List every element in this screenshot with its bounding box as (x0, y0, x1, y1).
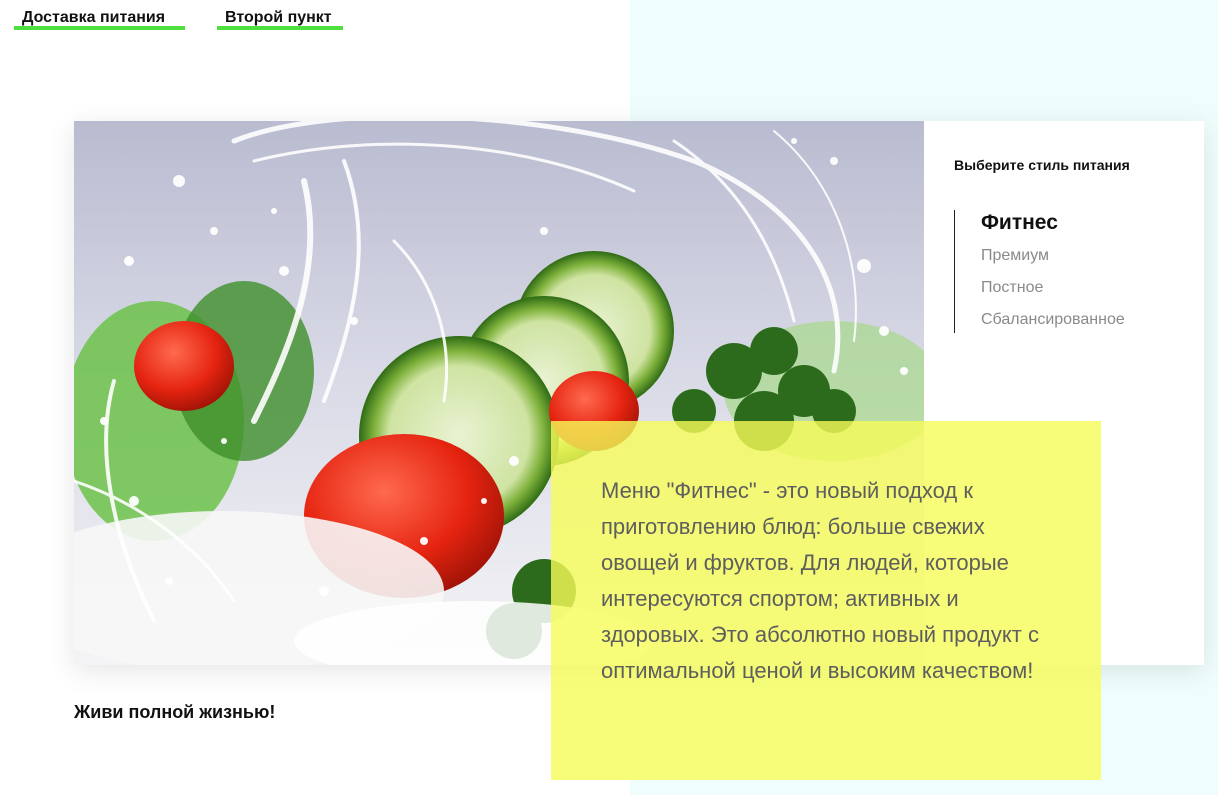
slogan: Живи полной жизнью! (74, 702, 276, 722)
nav-link-food-delivery[interactable]: Доставка питания (14, 8, 185, 30)
diet-style-fitness[interactable]: Фитнес (955, 210, 1175, 236)
top-navigation: Доставка питания Второй пункт (0, 0, 630, 40)
diet-style-premium[interactable]: Премиум (955, 246, 1175, 266)
description-box: Меню "Фитнес" - это новый подход к приго… (551, 421, 1101, 780)
diet-style-balanced[interactable]: Сбалансированное (955, 310, 1175, 330)
description-text: Меню "Фитнес" - это новый подход к приго… (601, 478, 1039, 683)
menu-title: Выберите стиль питания (954, 157, 1130, 173)
diet-style-list: Фитнес Премиум Постное Сбалансированное (954, 210, 1175, 333)
nav-link-second-item[interactable]: Второй пункт (217, 8, 343, 30)
diet-style-lenten[interactable]: Постное (955, 278, 1175, 298)
